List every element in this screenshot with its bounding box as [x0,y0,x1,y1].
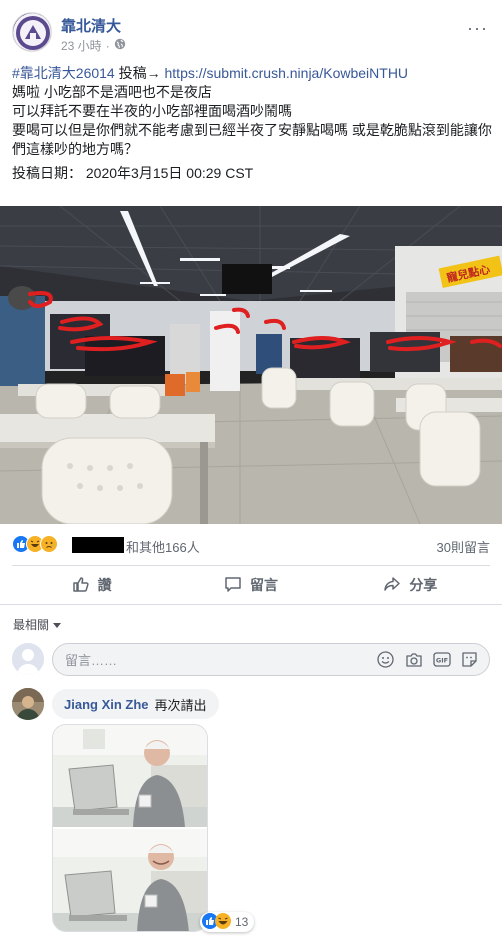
comments-count[interactable]: 30則留言 [437,537,490,556]
post-photo[interactable]: 寵兒點心 [0,206,502,524]
globe-icon [114,38,126,53]
svg-text:GIF: GIF [435,657,447,665]
sort-dropdown[interactable]: 最相關 [13,616,62,633]
submit-link[interactable]: https://submit.crush.ninja/KowbeiNTHU [165,65,409,81]
page-name[interactable]: 靠北清大 [61,15,121,36]
comment-label: 留言 [249,577,278,593]
share-label: 分享 [409,577,438,593]
hashtag-link[interactable]: #靠北清大26014 [12,65,115,81]
meta-separator: · [105,38,110,53]
sticker-icon[interactable] [460,650,479,669]
page-avatar[interactable] [12,12,52,52]
comment-icon [224,575,242,596]
comment-button[interactable]: 留言 [171,568,330,602]
comment-reaction-count: 13 [235,915,249,929]
haha-reaction-icon [215,912,231,932]
thumbs-up-icon [72,575,90,596]
my-avatar [12,643,44,675]
post-meta: 23 小時 · [61,37,126,54]
comment-reactions[interactable]: 13 [200,912,255,932]
comment-input-tools: GIF [376,650,479,669]
caret-down-icon [53,618,62,632]
submit-label: 投稿→ [118,65,161,81]
gif-icon[interactable]: GIF [432,650,451,669]
like-button[interactable]: 讚 [12,568,171,602]
redacted-name [72,537,124,553]
comment-author[interactable]: Jiang Xin Zhe [64,697,149,712]
post-line-3: 要喝可以但是你們就不能考慮到已經半夜了安靜點喝嗎 或是乾脆點滾到能讓你們這樣吵的… [12,122,492,157]
comment-meme-image[interactable] [52,724,208,932]
share-icon [383,575,401,596]
post-actions: 讚 留言 分享 [12,568,490,602]
reactions-summary[interactable]: 和其他166人 30則留言 [12,535,490,555]
emoji-icon[interactable] [376,650,395,669]
commenter-avatar[interactable] [12,688,44,720]
post-body: #靠北清大26014 投稿→ https://submit.crush.ninj… [12,64,492,183]
like-label: 讚 [97,577,112,593]
post-line-2: 可以拜託不要在半夜的小吃部裡面喝酒吵鬧嗎 [12,103,292,119]
post-date: 投稿日期： 2020年3月15日 00:29 CST [12,165,254,181]
comment-input[interactable]: 留言…… GIF [52,643,490,676]
sad-reaction-icon [40,535,58,553]
post-card: 靠北清大 23 小時 · ··· #靠北清大26014 投稿→ https://… [0,0,502,938]
post-line-1: 媽啦 小吃部不是酒吧也不是夜店 [12,84,212,100]
others-count[interactable]: 和其他166人 [126,537,200,556]
reaction-icons [12,535,58,553]
share-button[interactable]: 分享 [331,568,490,602]
comment-text: 再次請出 [154,697,207,713]
divider [12,565,490,566]
sort-label: 最相關 [13,618,50,632]
comment-bubble: Jiang Xin Zhe 再次請出 [52,689,219,719]
post-time[interactable]: 23 小時 [61,37,102,54]
comment-placeholder: 留言…… [65,653,118,668]
camera-icon[interactable] [404,650,423,669]
more-options-button[interactable]: ··· [467,18,488,39]
divider [0,604,502,605]
